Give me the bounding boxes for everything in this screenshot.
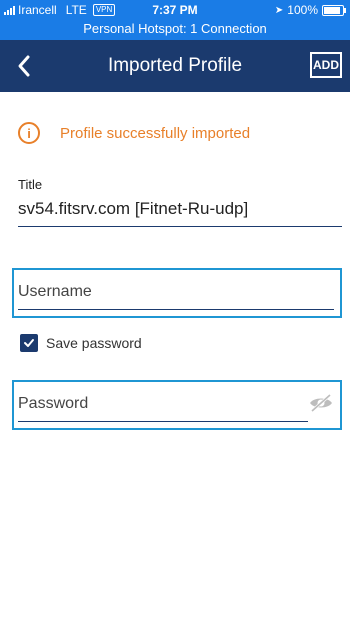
location-arrow-icon: ➤ bbox=[274, 4, 284, 16]
page-title: Imported Profile bbox=[107, 55, 243, 76]
title-field[interactable]: sv54.fitsrv.com [Fitnet-Ru-udp] bbox=[18, 199, 342, 227]
add-button[interactable]: ADD bbox=[310, 52, 342, 78]
title-label: Title bbox=[18, 177, 43, 192]
import-notice: i Profile successfully imported bbox=[18, 122, 250, 144]
status-right: ➤ 100% bbox=[274, 3, 346, 17]
username-input[interactable] bbox=[18, 274, 334, 310]
battery-percent: 100% bbox=[287, 3, 318, 17]
username-field-container bbox=[12, 268, 342, 318]
navigation-bar: Imported Profile ADD bbox=[0, 40, 350, 92]
battery-fill bbox=[324, 6, 340, 14]
save-password-row[interactable]: Save password bbox=[20, 334, 142, 352]
save-password-label: Save password bbox=[46, 335, 142, 351]
password-input[interactable] bbox=[18, 386, 308, 422]
status-bar: Irancell LTE VPN 7:37 PM ➤ 100% bbox=[0, 0, 350, 20]
battery-icon bbox=[322, 4, 346, 16]
save-password-checkbox[interactable] bbox=[20, 334, 38, 352]
hotspot-banner[interactable]: Personal Hotspot: 1 Connection bbox=[0, 20, 350, 40]
notice-text: Profile successfully imported bbox=[60, 124, 251, 142]
info-icon: i bbox=[18, 122, 40, 144]
password-field-container bbox=[12, 380, 342, 430]
checkmark-icon bbox=[24, 339, 34, 347]
eye-slash-icon[interactable] bbox=[308, 392, 334, 414]
